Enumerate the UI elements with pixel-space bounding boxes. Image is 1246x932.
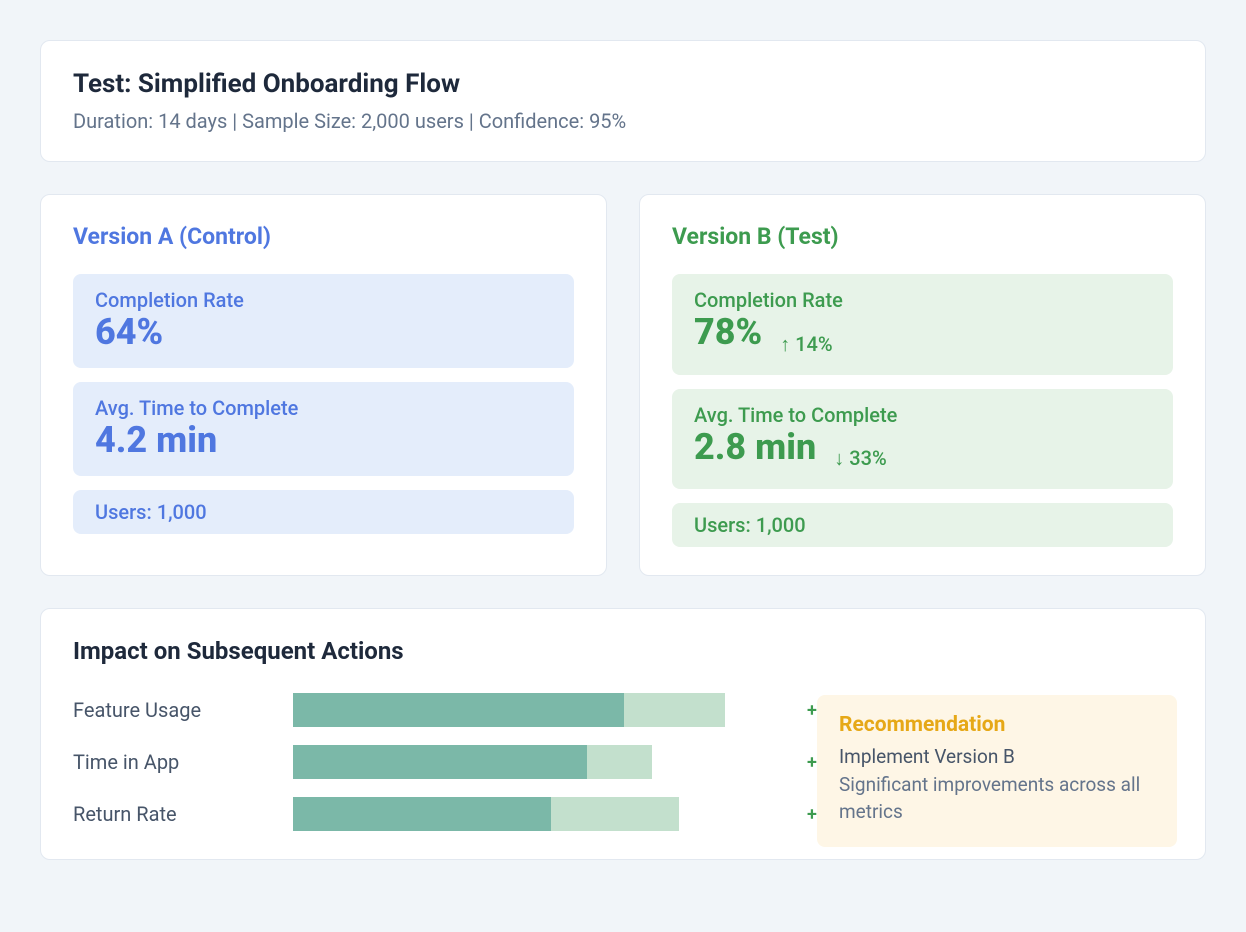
version-a-card: Version A (Control) Completion Rate 64% … [40, 194, 607, 576]
version-a-completion-value: 64% [95, 314, 163, 350]
impact-card: Impact on Subsequent Actions Feature Usa… [40, 608, 1206, 860]
version-b-completion-label: Completion Rate [694, 288, 1151, 312]
versions-row: Version A (Control) Completion Rate 64% … [40, 194, 1206, 576]
version-b-time-delta-text: ↓ 33% [834, 446, 886, 471]
version-b-time-box: Avg. Time to Complete 2.8 min ↓ 33% [672, 389, 1173, 490]
version-a-time-box: Avg. Time to Complete 4.2 min [73, 382, 574, 476]
version-a-completion-box: Completion Rate 64% [73, 274, 574, 368]
recommendation-box: Recommendation Implement Version B Signi… [817, 695, 1177, 847]
version-b-time-value: 2.8 min [694, 429, 816, 465]
version-b-card: Version B (Test) Completion Rate 78% ↑ 1… [639, 194, 1206, 576]
recommendation-title: Recommendation [839, 713, 1155, 737]
impact-bar [293, 693, 753, 727]
version-b-completion-value: 78% [694, 314, 762, 350]
version-b-completion-delta: ↑ 14% [776, 332, 832, 357]
impact-title: Impact on Subsequent Actions [73, 637, 1173, 665]
test-subtitle: Duration: 14 days | Sample Size: 2,000 u… [73, 109, 1173, 133]
version-b-users: Users: 1,000 [672, 503, 1173, 547]
impact-bar [293, 797, 753, 831]
impact-label: Feature Usage [73, 698, 293, 722]
version-a-time-value: 4.2 min [95, 422, 217, 458]
version-b-time-delta: ↓ 33% [830, 446, 886, 471]
version-b-title: Version B (Test) [672, 223, 1173, 250]
impact-label: Time in App [73, 750, 293, 774]
version-a-completion-label: Completion Rate [95, 288, 552, 312]
version-a-users: Users: 1,000 [73, 490, 574, 534]
impact-bar [293, 745, 753, 779]
test-header-card: Test: Simplified Onboarding Flow Duratio… [40, 40, 1206, 162]
version-a-time-label: Avg. Time to Complete [95, 396, 552, 420]
recommendation-line2: Significant improvements across all metr… [839, 772, 1155, 825]
version-a-title: Version A (Control) [73, 223, 574, 250]
version-b-time-label: Avg. Time to Complete [694, 403, 1151, 427]
recommendation-line1: Implement Version B [839, 745, 1155, 768]
impact-label: Return Rate [73, 802, 293, 826]
test-title: Test: Simplified Onboarding Flow [73, 69, 1173, 99]
version-b-completion-box: Completion Rate 78% ↑ 14% [672, 274, 1173, 375]
version-b-completion-delta-text: ↑ 14% [780, 332, 832, 357]
